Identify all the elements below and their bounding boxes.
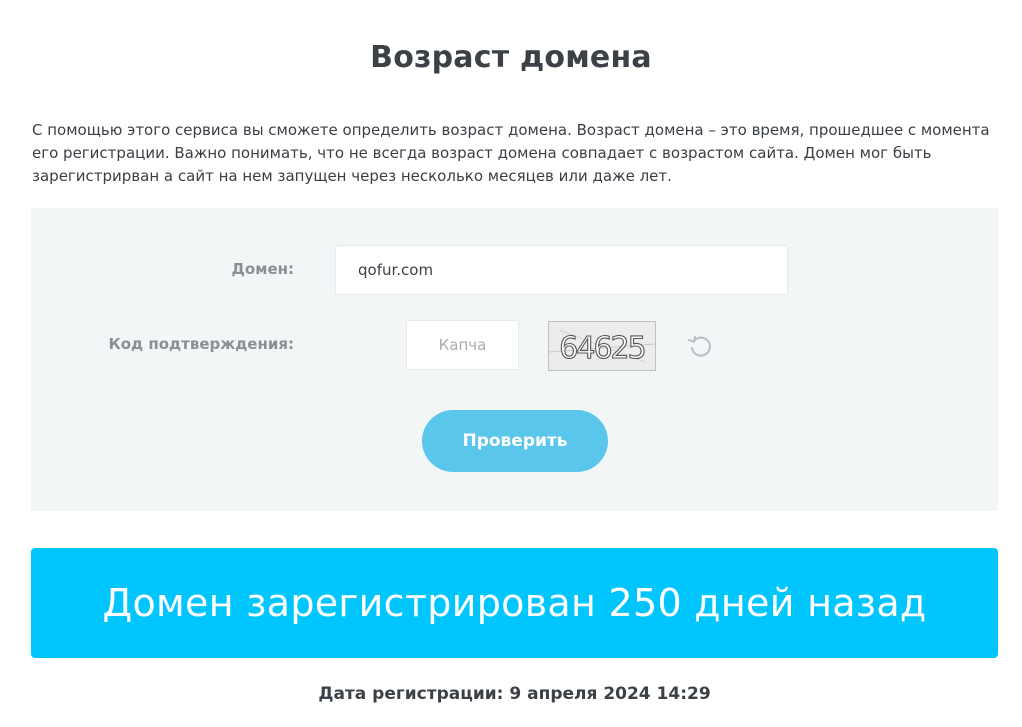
result-banner: Домен зарегистрирован 250 дней назад xyxy=(31,548,998,658)
captcha-label: Код подтверждения: xyxy=(108,335,294,353)
domain-label: Домен: xyxy=(231,260,294,278)
check-button[interactable]: Проверить xyxy=(422,410,608,472)
page-title: Возраст домена xyxy=(370,40,652,75)
intro-text: С помощью этого сервиса вы сможете опред… xyxy=(32,121,990,185)
refresh-icon[interactable] xyxy=(685,331,715,361)
captcha-image: 64625 xyxy=(548,321,656,371)
registration-date: Дата регистрации: 9 апреля 2024 14:29 xyxy=(318,684,711,704)
domain-age-form: Домен: Код подтверждения: 64625 Проверит… xyxy=(31,208,998,511)
captcha-text: 64625 xyxy=(559,331,644,366)
captcha-input[interactable] xyxy=(406,320,519,370)
result-message: Домен зарегистрирован 250 дней назад xyxy=(102,581,927,625)
domain-input[interactable] xyxy=(335,245,788,295)
